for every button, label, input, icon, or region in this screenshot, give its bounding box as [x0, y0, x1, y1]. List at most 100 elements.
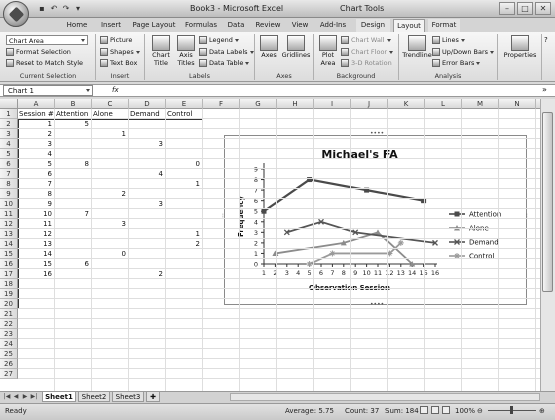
sheet-tab-sheet3[interactable]: Sheet3	[112, 392, 144, 402]
row-header[interactable]: 23	[0, 329, 18, 339]
lines-button[interactable]: Lines	[432, 35, 465, 45]
page-layout-view-icon[interactable]	[431, 406, 439, 414]
row-header[interactable]: 26	[0, 359, 18, 369]
cell[interactable]: 6	[56, 259, 91, 269]
cell[interactable]: Control	[167, 109, 202, 119]
zoom-level[interactable]: 100%	[455, 407, 475, 415]
legend-button[interactable]: Legend	[199, 35, 239, 45]
sheet-tab-sheet2[interactable]: Sheet2	[78, 392, 110, 402]
cell[interactable]: 12	[19, 229, 54, 239]
row-header[interactable]: 7	[0, 169, 18, 179]
help-icon[interactable]: ?	[544, 35, 548, 45]
cell[interactable]: 7	[56, 209, 91, 219]
row-header[interactable]: 27	[0, 369, 18, 379]
cell[interactable]: 8	[19, 189, 54, 199]
column-header[interactable]: L	[425, 99, 462, 109]
tab-design[interactable]: Design	[356, 19, 390, 32]
row-header[interactable]: 13	[0, 229, 18, 239]
cell[interactable]: 15	[19, 259, 54, 269]
row-header[interactable]: 19	[0, 289, 18, 299]
cell[interactable]: Demand	[130, 109, 165, 119]
shapes-button[interactable]: Shapes	[100, 47, 140, 57]
gridlines-button[interactable]: Gridlines	[281, 35, 311, 71]
cell[interactable]: 7	[19, 179, 54, 189]
chart-resize-handle-left[interactable]: ⋮	[220, 214, 226, 220]
row-header[interactable]: 12	[0, 219, 18, 229]
axis-titles-button[interactable]: Axis Titles	[174, 35, 198, 71]
tab-layout[interactable]: Layout	[393, 19, 425, 32]
text-box-button[interactable]: Text Box	[100, 58, 137, 68]
cell[interactable]: 0	[167, 159, 202, 169]
row-header[interactable]: 15	[0, 249, 18, 259]
expand-formula-bar-icon[interactable]: »	[542, 85, 547, 95]
vertical-scroll-thumb[interactable]	[542, 112, 553, 292]
column-header[interactable]: D	[129, 99, 166, 109]
row-header[interactable]: 16	[0, 259, 18, 269]
row-header[interactable]: 25	[0, 349, 18, 359]
cell[interactable]: 1	[93, 129, 128, 139]
cell[interactable]: 13	[19, 239, 54, 249]
tab-formulas[interactable]: Formulas	[182, 19, 220, 32]
minimize-button[interactable]: –	[499, 2, 515, 15]
data-table-button[interactable]: Data Table	[199, 58, 250, 68]
plot-area-button[interactable]: Plot Area	[317, 35, 339, 71]
column-header[interactable]: C	[92, 99, 129, 109]
cell[interactable]: 16	[19, 269, 54, 279]
cell[interactable]: 1	[167, 229, 202, 239]
row-header[interactable]: 1	[0, 109, 18, 119]
column-header[interactable]: B	[55, 99, 92, 109]
chart-resize-handle-top[interactable]: ••••	[370, 131, 384, 137]
fx-icon[interactable]: fx	[112, 85, 119, 96]
close-button[interactable]: ✕	[535, 2, 551, 15]
cell[interactable]: 6	[19, 169, 54, 179]
next-sheet-icon[interactable]: ▶	[21, 393, 29, 401]
row-header[interactable]: 14	[0, 239, 18, 249]
properties-button[interactable]: Properties	[501, 35, 539, 71]
column-header[interactable]: I	[314, 99, 351, 109]
axes-button[interactable]: Axes	[258, 35, 280, 71]
row-header[interactable]: 20	[0, 299, 18, 309]
tab-review[interactable]: Review	[252, 19, 284, 32]
cell[interactable]: 10	[19, 209, 54, 219]
chart-title-button[interactable]: Chart Title	[149, 35, 173, 71]
column-header[interactable]: E	[166, 99, 203, 109]
zoom-out-icon[interactable]: ⊖	[477, 407, 483, 415]
tab-home[interactable]: Home	[62, 19, 92, 32]
cell[interactable]: 2	[93, 189, 128, 199]
name-box[interactable]: Chart 1	[3, 85, 93, 96]
tab-insert[interactable]: Insert	[96, 19, 126, 32]
format-selection-button[interactable]: Format Selection	[6, 47, 71, 57]
horizontal-scrollbar[interactable]	[230, 393, 540, 401]
chart-element-dropdown[interactable]: Chart Area	[6, 35, 88, 45]
first-sheet-icon[interactable]: |◀	[3, 393, 11, 401]
cell[interactable]: 14	[19, 249, 54, 259]
reset-style-button[interactable]: Reset to Match Style	[6, 58, 83, 68]
chart-floor-button[interactable]: Chart Floor	[341, 47, 394, 57]
cell[interactable]: 3	[130, 199, 165, 209]
formula-input[interactable]	[128, 85, 538, 96]
row-header[interactable]: 2	[0, 119, 18, 129]
tab-page-layout[interactable]: Page Layout	[130, 19, 178, 32]
cell[interactable]: 0	[93, 249, 128, 259]
row-header[interactable]: 6	[0, 159, 18, 169]
cell[interactable]: 8	[56, 159, 91, 169]
row-header[interactable]: 22	[0, 319, 18, 329]
cell[interactable]: 4	[19, 149, 54, 159]
column-header[interactable]: K	[388, 99, 425, 109]
chart-area[interactable]: Michael's FA0123456789123456789101112131…	[224, 135, 527, 305]
row-header[interactable]: 11	[0, 209, 18, 219]
cell[interactable]: 2	[167, 239, 202, 249]
row-header[interactable]: 5	[0, 149, 18, 159]
cell[interactable]: 9	[19, 199, 54, 209]
cell[interactable]: 5	[56, 119, 91, 129]
zoom-slider-thumb[interactable]	[510, 406, 513, 414]
cell[interactable]: 2	[130, 269, 165, 279]
cell[interactable]: 1	[19, 119, 54, 129]
column-header[interactable]: J	[351, 99, 388, 109]
row-header[interactable]: 24	[0, 339, 18, 349]
cell[interactable]: 1	[167, 179, 202, 189]
tab-data[interactable]: Data	[224, 19, 248, 32]
office-button[interactable]	[3, 1, 29, 27]
page-break-view-icon[interactable]	[442, 406, 450, 414]
column-header[interactable]: F	[203, 99, 240, 109]
